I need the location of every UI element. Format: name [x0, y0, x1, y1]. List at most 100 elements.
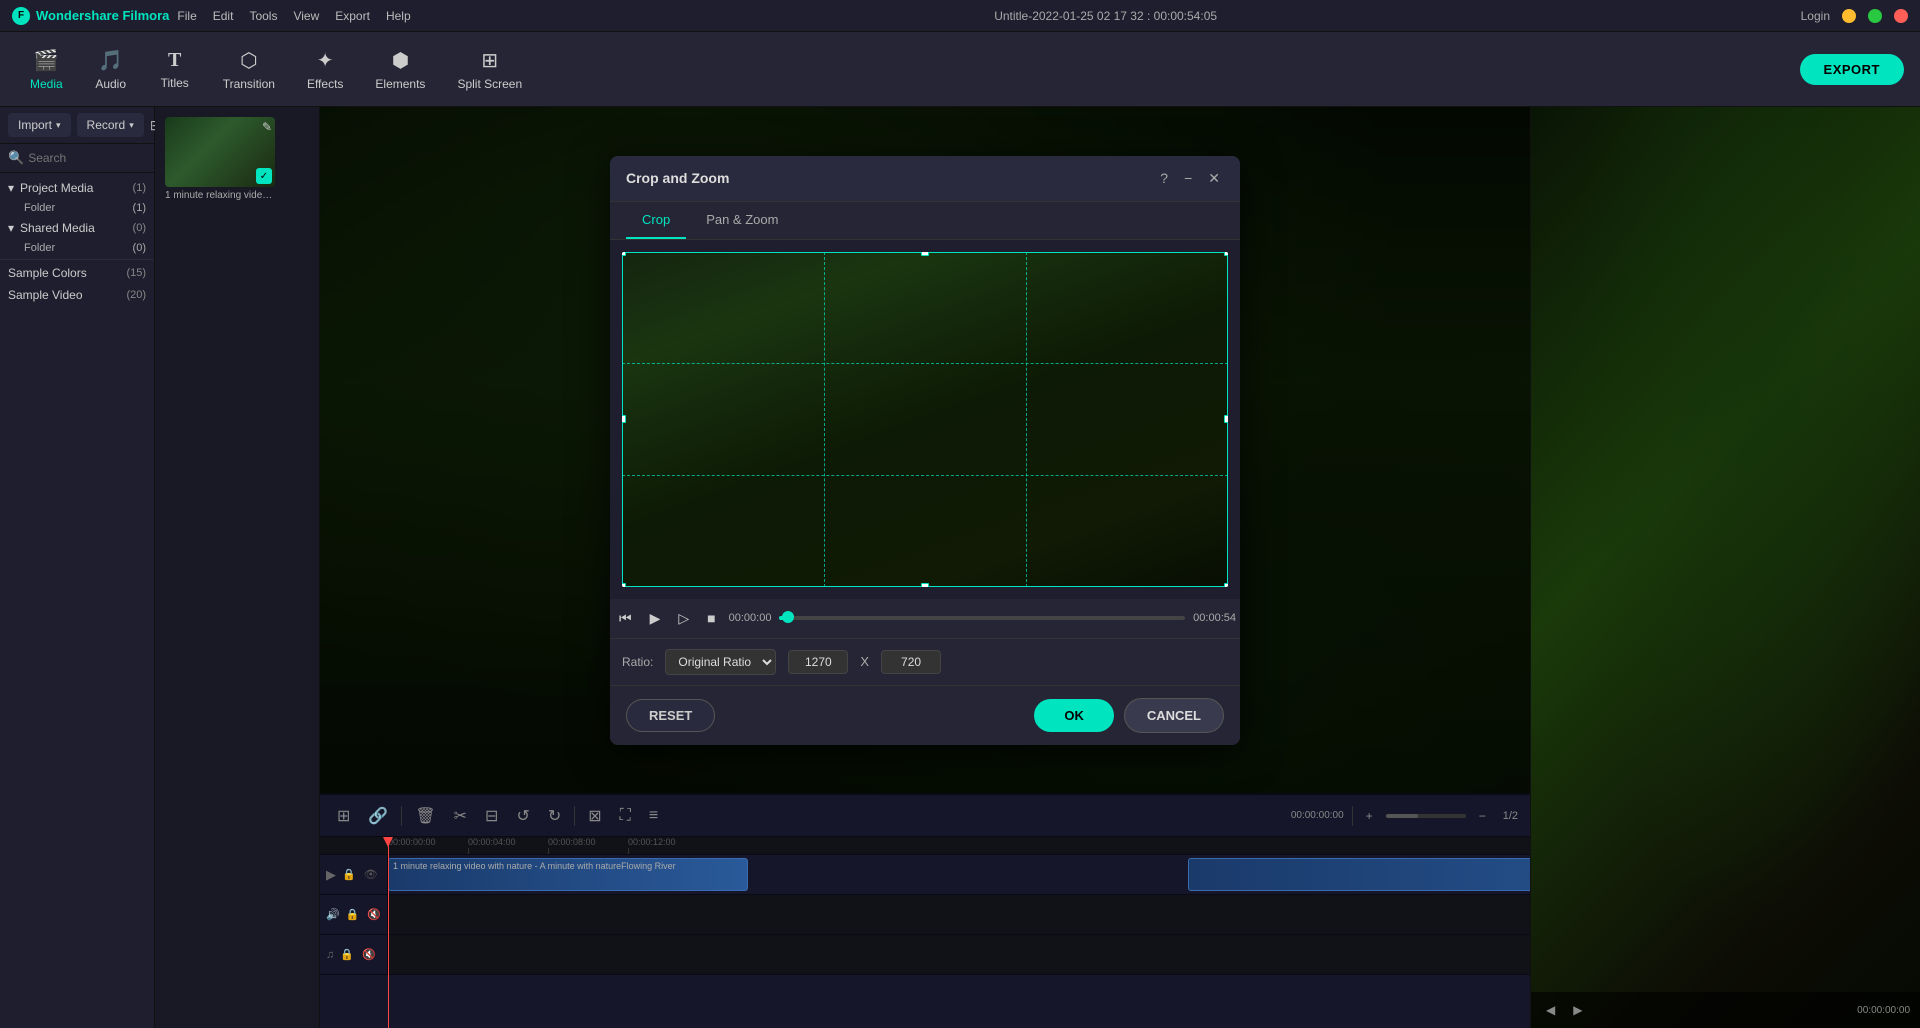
- tl-add-track-button[interactable]: ⊞: [332, 803, 355, 829]
- tl-crop-button[interactable]: ⊠: [583, 803, 606, 829]
- menu-export[interactable]: Export: [335, 9, 370, 23]
- ruler-mark-2: 00:00:08:00: [548, 837, 628, 854]
- title-bar-right: Login: [1801, 9, 1908, 23]
- pb-play-button[interactable]: ▶: [645, 607, 666, 630]
- minimize-button[interactable]: [1842, 9, 1856, 23]
- title-bar-menus: File Edit Tools View Export Help: [177, 9, 410, 23]
- ruler-tick-3: [628, 848, 708, 854]
- crop-handle-bc[interactable]: [921, 583, 929, 587]
- toolbar-split-screen[interactable]: ⊞ Split Screen: [443, 42, 536, 97]
- crop-handle-tl[interactable]: [622, 252, 626, 256]
- maximize-button[interactable]: [1868, 9, 1882, 23]
- crop-handle-tc[interactable]: [921, 252, 929, 256]
- crop-handle-bl[interactable]: [622, 583, 626, 587]
- export-button[interactable]: EXPORT: [1800, 54, 1904, 85]
- ruler-mark-0: 00:00:00:00: [388, 837, 468, 854]
- media-tree: ▾ Project Media (1) Folder (1) ▾ Shared …: [0, 173, 154, 1028]
- tl-freeze-button[interactable]: ↻: [543, 803, 566, 829]
- preview-next-button[interactable]: ▶: [1568, 1000, 1587, 1020]
- modal-help-button[interactable]: ?: [1156, 168, 1172, 189]
- crop-handle-br[interactable]: [1224, 583, 1228, 587]
- tree-shared-folder[interactable]: Folder (0): [0, 239, 154, 257]
- tl-video-clip[interactable]: 1 minute relaxing video with nature - A …: [388, 858, 748, 891]
- tl-audio2-track-header: ♫ 🔒 🔇: [320, 935, 388, 974]
- import-button[interactable]: Import ▾: [8, 113, 71, 137]
- menu-edit[interactable]: Edit: [213, 9, 234, 23]
- pb-rewind-button[interactable]: ⏮: [614, 607, 637, 630]
- record-button[interactable]: Record ▾: [77, 113, 144, 137]
- pb-slider-track[interactable]: [779, 616, 1185, 620]
- tree-sample-video-label: Sample Video: [8, 288, 83, 302]
- menu-file[interactable]: File: [177, 9, 196, 23]
- tl-fullscreen-button[interactable]: ⛶: [615, 804, 636, 828]
- tl-split-button[interactable]: ⊟: [480, 803, 503, 829]
- ok-button[interactable]: OK: [1034, 699, 1114, 732]
- tl-zoom-out-button[interactable]: −: [1474, 806, 1491, 826]
- tl-video-eye-button[interactable]: 👁: [362, 867, 380, 882]
- pb-stop-button[interactable]: ■: [702, 607, 720, 629]
- tab-pan-zoom[interactable]: Pan & Zoom: [690, 202, 794, 239]
- tl-audio2-lock-button[interactable]: 🔒: [338, 947, 356, 962]
- tl-scissors-button[interactable]: ✂: [449, 803, 472, 829]
- crop-handle-tr[interactable]: [1224, 252, 1228, 256]
- toolbar-audio[interactable]: 🎵 Audio: [81, 42, 141, 97]
- tree-sample-colors-header[interactable]: Sample Colors (15): [0, 262, 154, 284]
- toolbar-transition[interactable]: ⬡ Transition: [209, 42, 289, 97]
- toolbar-effects[interactable]: ✦ Effects: [293, 42, 357, 97]
- tab-crop[interactable]: Crop: [626, 202, 686, 239]
- tree-project-folder[interactable]: Folder (1): [0, 199, 154, 217]
- crop-handle-mr[interactable]: [1224, 415, 1228, 423]
- pb-slider-thumb[interactable]: [782, 611, 794, 623]
- timeline-toolbar: ⊞ 🔗 🗑 ✂ ⊟ ↺ ↻ ⊠ ⛶ ≡ 00:00:00:00 +: [320, 795, 1530, 837]
- login-link[interactable]: Login: [1801, 9, 1830, 23]
- modal-controls: Ratio: Original Ratio16:94:31:19:16Custo…: [610, 639, 1240, 685]
- width-input[interactable]: [788, 650, 848, 674]
- tl-audio2-mute-button[interactable]: 🔇: [360, 947, 378, 962]
- toolbar-media[interactable]: 🎬 Media: [16, 42, 77, 97]
- media-thumb-item[interactable]: ✎ ✓ 1 minute relaxing video ...: [165, 117, 275, 201]
- tl-video-track-content[interactable]: 1 minute relaxing video with nature - A …: [388, 855, 1530, 894]
- tree-shared-media-header[interactable]: ▾ Shared Media (0): [0, 217, 154, 239]
- menu-tools[interactable]: Tools: [249, 9, 277, 23]
- tl-delete-button[interactable]: 🗑: [410, 803, 440, 829]
- tl-audio1-mute-button[interactable]: 🔇: [365, 907, 383, 922]
- toolbar-elements[interactable]: ⬢ Elements: [361, 42, 439, 97]
- titles-icon: T: [168, 49, 181, 72]
- tl-adjust-button[interactable]: ≡: [644, 804, 663, 828]
- center-area: Crop and Zoom ? − ✕ Crop Pan & Zoom: [320, 107, 1530, 1028]
- modal-minimize-button[interactable]: −: [1180, 168, 1196, 189]
- window-title: Untitle-2022-01-25 02 17 32 : 00:00:54:0…: [994, 9, 1217, 23]
- tl-video-clip-2[interactable]: [1188, 858, 1530, 891]
- preview-prev-button[interactable]: ◀: [1541, 1000, 1560, 1020]
- tree-shared-label: Shared Media: [20, 221, 95, 235]
- search-input[interactable]: [28, 151, 146, 165]
- tl-time-display: 00:00:00:00: [1291, 810, 1344, 821]
- media-thumb-label: 1 minute relaxing video ...: [165, 190, 275, 201]
- pb-play-alt-button[interactable]: ▷: [673, 607, 694, 630]
- modal-close-button[interactable]: ✕: [1204, 168, 1224, 189]
- tree-sample-video-header[interactable]: Sample Video (20): [0, 284, 154, 306]
- close-button[interactable]: [1894, 9, 1908, 23]
- tl-zoom-in-button[interactable]: +: [1361, 806, 1378, 826]
- tl-zoom-track[interactable]: [1386, 814, 1466, 818]
- cancel-button[interactable]: CANCEL: [1124, 698, 1224, 733]
- crop-preview: [622, 252, 1228, 587]
- crop-handle-ml[interactable]: [622, 415, 626, 423]
- tl-audio1-lock-button[interactable]: 🔒: [344, 907, 362, 922]
- tl-playhead[interactable]: [388, 837, 389, 1028]
- tl-link-button[interactable]: 🔗: [363, 803, 393, 829]
- menu-view[interactable]: View: [293, 9, 319, 23]
- tree-project-media-header[interactable]: ▾ Project Media (1): [0, 177, 154, 199]
- tree-shared-media: ▾ Shared Media (0) Folder (0): [0, 217, 154, 257]
- toolbar-titles[interactable]: T Titles: [145, 43, 205, 96]
- tree-project-media: ▾ Project Media (1) Folder (1): [0, 177, 154, 217]
- tl-speed-button[interactable]: ↺: [511, 803, 534, 829]
- reset-button[interactable]: RESET: [626, 699, 715, 732]
- modal-playback: ⏮ ▶ ▷ ■ 00:00:00 00:00:54: [610, 599, 1240, 639]
- ratio-select[interactable]: Original Ratio16:94:31:19:16Custom: [665, 649, 776, 675]
- menu-help[interactable]: Help: [386, 9, 411, 23]
- height-input[interactable]: [881, 650, 941, 674]
- tl-audio2-content: [388, 935, 1530, 974]
- crop-border[interactable]: [622, 252, 1228, 587]
- tl-video-lock-button[interactable]: 🔒: [340, 867, 358, 882]
